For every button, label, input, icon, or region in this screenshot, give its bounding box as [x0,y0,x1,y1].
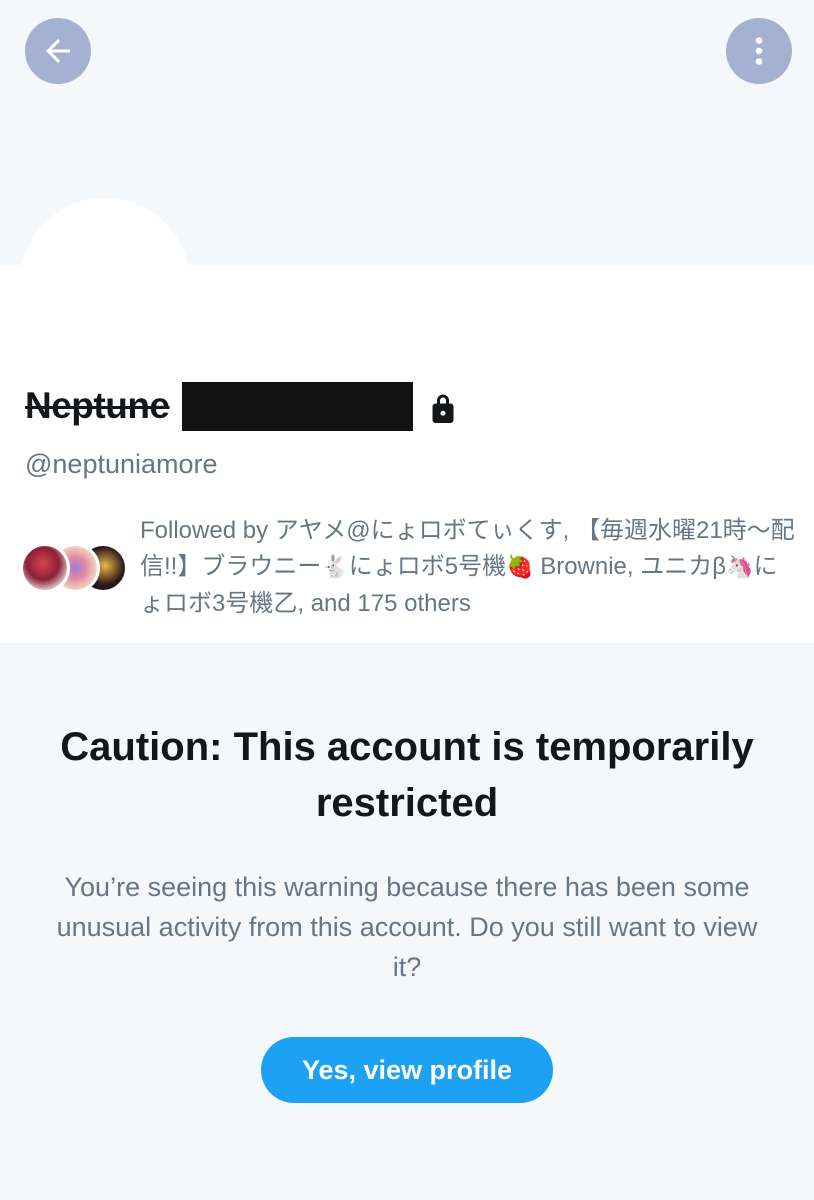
user-handle: @neptuniamore [25,449,218,479]
followed-by-suffix: and 175 others [310,590,471,617]
follower-avatar [20,543,70,593]
follower-avatars [20,543,130,599]
strawberry-emoji: 🍓 [506,555,534,580]
display-name: Neptune [25,385,170,426]
arrow-left-icon [46,39,70,63]
redaction-box [181,381,413,431]
follower-name: ユニカβ [640,553,727,580]
rabbit-emoji: 🐇 [321,555,349,580]
profile-page: Neptune @neptuniamore Followed by アヤメ@にょ… [0,0,814,1200]
followed-by-prefix: Followed by [140,517,269,544]
follower-name: Brownie, [540,553,634,580]
unicorn-emoji: 🦄 [726,555,754,580]
warning-body: You’re seeing this warning because there… [56,872,758,982]
view-profile-button[interactable]: Yes, view profile [261,1037,553,1103]
name-row: Neptune [25,378,461,434]
more-options-button[interactable] [726,18,792,84]
lock-icon [425,386,461,426]
warning-title: Caution: This account is temporarily res… [60,725,754,825]
restriction-warning: Caution: This account is temporarily res… [0,643,814,1200]
follower-name: にょロボ5号機 [348,553,507,580]
avatar[interactable] [20,198,190,368]
followed-by-text: Followed by アヤメ@にょロボてぃくす, 【毎週水曜21時〜配信!!】… [140,513,800,622]
back-button[interactable] [25,18,91,84]
more-vertical-icon [755,37,763,65]
follower-name: アヤメ@にょロボてぃくす, [274,517,570,544]
